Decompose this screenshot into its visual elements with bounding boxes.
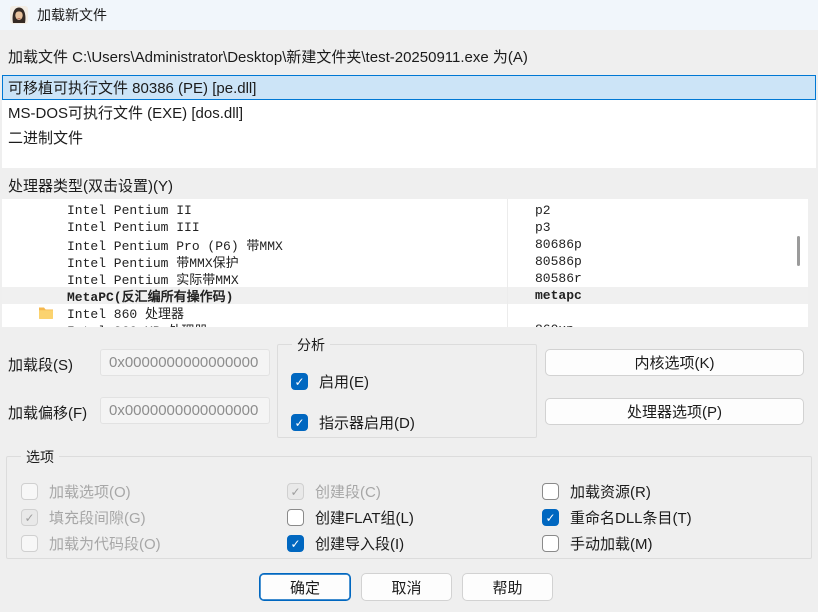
load-offset-label: 加载偏移(F) — [8, 402, 87, 423]
file-type-option-binary[interactable]: 二进制文件 — [2, 125, 816, 150]
processor-list-scrollbar[interactable] — [797, 236, 800, 266]
checkbox-box — [21, 483, 38, 500]
checkbox-label: 加载资源(R) — [570, 481, 651, 502]
checkbox-box — [542, 509, 559, 526]
checkbox-loading-options: 加载选项(O) — [21, 481, 131, 502]
checkbox-label: 手动加载(M) — [570, 533, 653, 554]
file-type-option-msdos[interactable]: MS-DOS可执行文件 (EXE) [dos.dll] — [2, 100, 816, 125]
processor-name: Intel 860 XP 处理器 — [2, 320, 207, 327]
processor-row[interactable]: Intel Pentium III p3 — [2, 219, 808, 236]
processor-name: Intel Pentium II — [2, 203, 192, 218]
processor-id: metapc — [535, 288, 582, 303]
processor-row[interactable]: Intel 860 处理器 — [2, 304, 808, 321]
checkbox-box — [21, 509, 38, 526]
column-divider — [507, 199, 508, 327]
analysis-group-legend: 分析 — [292, 335, 330, 355]
file-type-option-pe[interactable]: 可移植可执行文件 80386 (PE) [pe.dll] — [2, 75, 816, 100]
checkbox-box — [287, 483, 304, 500]
checkbox-create-flat-group[interactable]: 创建FLAT组(L) — [287, 507, 414, 528]
ida-app-icon — [10, 6, 28, 24]
load-segment-label: 加载段(S) — [8, 354, 73, 375]
processor-row[interactable]: Intel Pentium II p2 — [2, 202, 808, 219]
checkbox-load-as-code-segment: 加载为代码段(O) — [21, 533, 161, 554]
checkbox-label: 加载选项(O) — [49, 481, 131, 502]
processor-id: 860xp — [535, 322, 574, 327]
checkbox-label: 创建段(C) — [315, 481, 381, 502]
file-type-listbox[interactable]: 可移植可执行文件 80386 (PE) [pe.dll] MS-DOS可执行文件… — [2, 75, 816, 168]
title-bar: 加载新文件 — [0, 0, 818, 30]
checkbox-label: 启用(E) — [319, 371, 369, 392]
processor-id: p3 — [535, 220, 551, 235]
checkbox-label: 加载为代码段(O) — [49, 533, 161, 554]
processor-id: 80586p — [535, 254, 582, 269]
cancel-button[interactable]: 取消 — [361, 573, 452, 601]
processor-row-partial[interactable]: Intel 860 XP 处理器 860xp — [2, 321, 808, 327]
processor-row[interactable]: Intel Pentium Pro (P6) 带MMX 80686p — [2, 236, 808, 253]
checkbox-box — [291, 414, 308, 431]
folder-icon — [38, 306, 54, 319]
checkbox-load-resources[interactable]: 加载资源(R) — [542, 481, 651, 502]
load-segment-input — [100, 349, 270, 376]
processor-id: p2 — [535, 203, 551, 218]
processor-row[interactable]: Intel Pentium 实际带MMX 80586r — [2, 270, 808, 287]
checkbox-box — [542, 483, 559, 500]
ok-button[interactable]: 确定 — [259, 573, 351, 601]
load-offset-input — [100, 397, 270, 424]
checkbox-label: 创建FLAT组(L) — [315, 507, 414, 528]
checkbox-create-segments: 创建段(C) — [287, 481, 381, 502]
options-group-legend: 选项 — [21, 447, 59, 467]
load-file-prompt: 加载文件 C:\Users\Administrator\Desktop\新建文件… — [8, 46, 528, 67]
options-group: 选项 加载选项(O) 填充段间隙(G) 加载为代码段(O) 创建段(C) 创建F… — [6, 456, 812, 559]
processor-id: 80686p — [535, 237, 582, 252]
kernel-options-button[interactable]: 内核选项(K) — [545, 349, 804, 376]
checkbox-box — [287, 535, 304, 552]
checkbox-label: 指示器启用(D) — [319, 412, 415, 433]
analysis-group: 分析 启用(E) 指示器启用(D) — [277, 344, 537, 438]
checkbox-box — [287, 509, 304, 526]
processor-id: 80586r — [535, 271, 582, 286]
processor-row-metapc[interactable]: MetaPC(反汇编所有操作码) metapc — [2, 287, 808, 304]
checkbox-box — [542, 535, 559, 552]
checkbox-box — [21, 535, 38, 552]
checkbox-label: 创建导入段(I) — [315, 533, 404, 554]
checkbox-box — [291, 373, 308, 390]
processor-options-button[interactable]: 处理器选项(P) — [545, 398, 804, 425]
checkbox-label: 填充段间隙(G) — [49, 507, 146, 528]
checkbox-create-import-segment[interactable]: 创建导入段(I) — [287, 533, 404, 554]
checkbox-manual-load[interactable]: 手动加载(M) — [542, 533, 653, 554]
checkbox-indicator-enabled[interactable]: 指示器启用(D) — [291, 412, 415, 433]
checkbox-rename-dll-entries[interactable]: 重命名DLL条目(T) — [542, 507, 692, 528]
checkbox-fill-segment-gaps: 填充段间隙(G) — [21, 507, 146, 528]
processor-row[interactable]: Intel Pentium 带MMX保护 80586p — [2, 253, 808, 270]
checkbox-analysis-enabled[interactable]: 启用(E) — [291, 371, 369, 392]
processor-name: Intel Pentium III — [2, 220, 200, 235]
checkbox-label: 重命名DLL条目(T) — [570, 507, 692, 528]
window-title: 加载新文件 — [37, 5, 107, 25]
processor-type-label: 处理器类型(双击设置)(Y) — [8, 175, 173, 196]
help-button[interactable]: 帮助 — [462, 573, 553, 601]
processor-list[interactable]: Intel Pentium II p2 Intel Pentium III p3… — [2, 199, 808, 327]
